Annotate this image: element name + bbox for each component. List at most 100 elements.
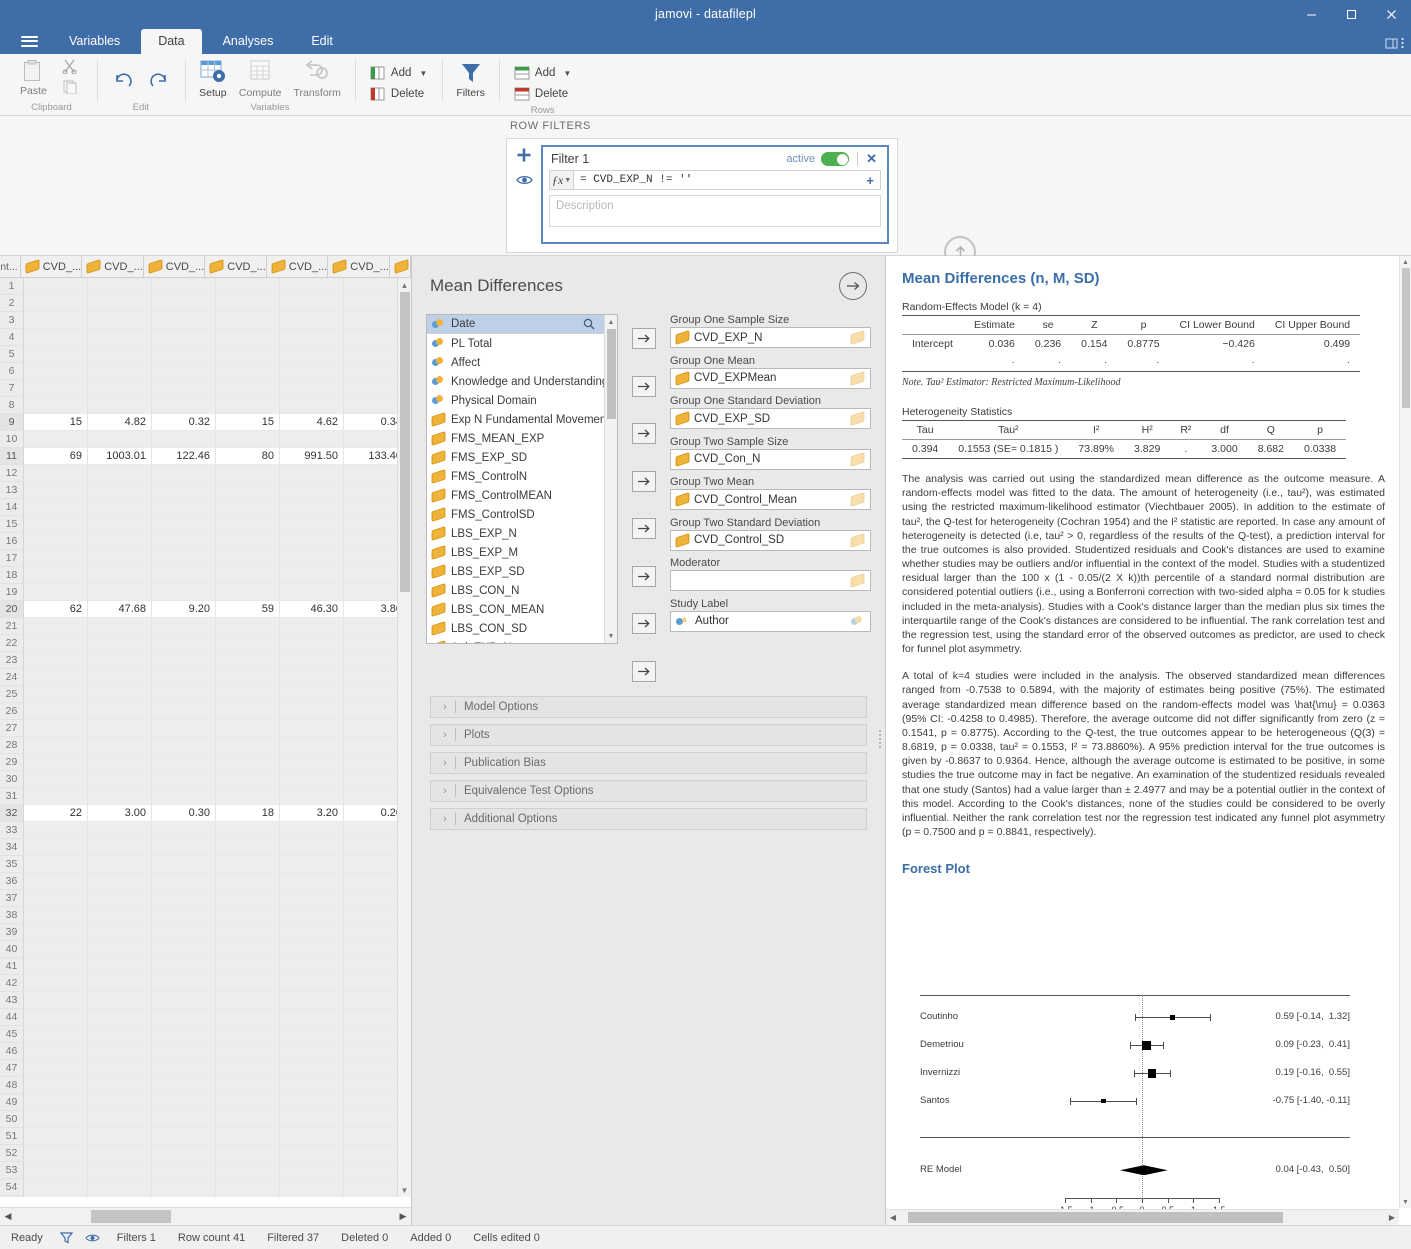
row-number[interactable]: 23 (0, 652, 24, 669)
table-row[interactable]: 33 (0, 822, 411, 839)
data-cell[interactable] (88, 1009, 152, 1026)
compute-button[interactable]: Compute (234, 57, 287, 101)
table-row[interactable]: 31 (0, 788, 411, 805)
row-number[interactable]: 40 (0, 941, 24, 958)
data-cell[interactable] (24, 788, 88, 805)
scroll-up-icon[interactable]: ▲ (398, 278, 411, 292)
data-cell[interactable] (88, 567, 152, 584)
table-row[interactable]: 29 (0, 754, 411, 771)
data-cell[interactable] (280, 516, 344, 533)
data-cell[interactable] (24, 329, 88, 346)
scroll-thumb[interactable] (91, 1210, 171, 1223)
field-dropzone[interactable]: Author (670, 610, 871, 632)
data-cell[interactable] (24, 567, 88, 584)
delete-variable-button[interactable]: Delete (364, 84, 433, 104)
data-cell[interactable] (24, 1077, 88, 1094)
assign-variable-button[interactable] (632, 328, 656, 349)
data-cell[interactable] (280, 465, 344, 482)
data-cell[interactable] (88, 822, 152, 839)
data-cell[interactable] (88, 312, 152, 329)
table-row[interactable]: 53 (0, 1162, 411, 1179)
data-cell[interactable]: 122.46 (152, 448, 216, 465)
table-row[interactable]: 42 (0, 975, 411, 992)
data-cell[interactable] (216, 550, 280, 567)
data-cell[interactable] (216, 771, 280, 788)
row-number[interactable]: 31 (0, 788, 24, 805)
data-cell[interactable] (88, 1162, 152, 1179)
data-cell[interactable] (24, 635, 88, 652)
data-cell[interactable] (24, 278, 88, 295)
data-cell[interactable] (280, 397, 344, 414)
row-number[interactable]: 35 (0, 856, 24, 873)
data-cell[interactable] (216, 1060, 280, 1077)
data-cell[interactable] (152, 516, 216, 533)
data-cell[interactable] (24, 686, 88, 703)
data-cell[interactable] (280, 1043, 344, 1060)
row-number[interactable]: 4 (0, 329, 24, 346)
paste-button[interactable]: Paste (15, 57, 52, 99)
data-cell[interactable] (152, 635, 216, 652)
table-row[interactable]: 30 (0, 771, 411, 788)
row-number[interactable]: 37 (0, 890, 24, 907)
data-cell[interactable] (24, 1196, 88, 1197)
table-row[interactable]: 8 (0, 397, 411, 414)
data-cell[interactable] (152, 1026, 216, 1043)
table-row[interactable]: 38 (0, 907, 411, 924)
data-cell[interactable] (280, 346, 344, 363)
row-number[interactable]: 15 (0, 516, 24, 533)
variable-list-item[interactable]: LBS_EXP_N (427, 524, 617, 543)
row-number[interactable]: 48 (0, 1077, 24, 1094)
data-cell[interactable] (88, 1145, 152, 1162)
data-cell[interactable] (152, 431, 216, 448)
data-cell[interactable] (280, 754, 344, 771)
row-number[interactable]: 46 (0, 1043, 24, 1060)
table-row[interactable]: 36 (0, 873, 411, 890)
maximize-button[interactable] (1331, 0, 1371, 28)
data-cell[interactable] (24, 856, 88, 873)
data-cell[interactable] (24, 363, 88, 380)
data-cell[interactable] (280, 1111, 344, 1128)
row-number[interactable]: 19 (0, 584, 24, 601)
data-cell[interactable] (88, 635, 152, 652)
table-row[interactable]: 5 (0, 346, 411, 363)
row-number[interactable]: 41 (0, 958, 24, 975)
data-cell[interactable] (216, 737, 280, 754)
data-cell[interactable] (24, 431, 88, 448)
data-cell[interactable] (88, 618, 152, 635)
row-number[interactable]: 36 (0, 873, 24, 890)
data-cell[interactable] (216, 992, 280, 1009)
data-cell[interactable] (88, 669, 152, 686)
data-cell[interactable] (152, 975, 216, 992)
row-number[interactable]: 26 (0, 703, 24, 720)
row-number[interactable]: 10 (0, 431, 24, 448)
column-header[interactable]: CVD_... (328, 256, 390, 277)
options-section-header[interactable]: › Publication Bias (430, 751, 867, 774)
data-cell[interactable] (280, 499, 344, 516)
data-cell[interactable] (216, 669, 280, 686)
table-row[interactable]: 11 69 1003.01 122.46 80 991.50 133.40 (0, 448, 411, 465)
data-cell[interactable] (24, 499, 88, 516)
data-cell[interactable] (24, 1060, 88, 1077)
add-variable-button[interactable]: Add ▼ (364, 63, 433, 83)
table-row[interactable]: 3 (0, 312, 411, 329)
table-row[interactable]: 20 62 47.68 9.20 59 46.30 3.80 (0, 601, 411, 618)
spreadsheet-body[interactable]: 1 2 3 4 5 6 7 8 9 15 4.82 0.32 15 4.62 0.34 10 11 69 1003.… (0, 278, 411, 1197)
row-number[interactable]: 7 (0, 380, 24, 397)
data-cell[interactable] (24, 465, 88, 482)
data-cell[interactable] (152, 890, 216, 907)
variable-list-item[interactable]: FMS_EXP_SD (427, 448, 617, 467)
table-row[interactable]: 26 (0, 703, 411, 720)
data-cell[interactable]: 46.30 (280, 601, 344, 618)
data-cell[interactable] (152, 669, 216, 686)
data-cell[interactable] (88, 1077, 152, 1094)
eye-icon[interactable] (515, 174, 533, 189)
assign-variable-button[interactable] (632, 613, 656, 634)
data-cell[interactable] (152, 1094, 216, 1111)
data-cell[interactable] (280, 567, 344, 584)
data-cell[interactable] (24, 975, 88, 992)
variable-list-item[interactable]: Knowledge and Understanding (427, 372, 617, 391)
data-cell[interactable] (24, 1094, 88, 1111)
data-cell[interactable] (152, 1162, 216, 1179)
column-header[interactable]: CVD_... (82, 256, 144, 277)
data-cell[interactable] (152, 278, 216, 295)
